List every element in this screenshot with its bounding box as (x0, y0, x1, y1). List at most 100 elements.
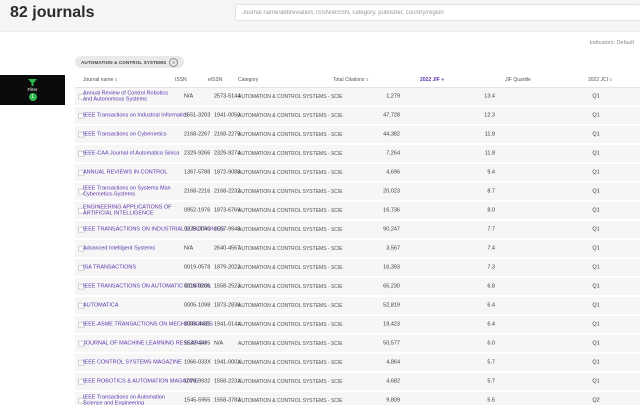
issn-value: 0278-0046 (184, 226, 211, 233)
jif-value: 8.7 (487, 188, 495, 195)
journal-name-link[interactable]: IEEE Transactions on Cybernetics (83, 131, 178, 138)
table-row: IEEE-ASME TRANSACTIONS ON MECHATRONICS 10… (75, 316, 640, 333)
category-filter-chip[interactable]: AUTOMATION & CONTROL SYSTEMS ✕ (75, 56, 185, 68)
column-header-2022-jci[interactable]: 2022 JCI⇅ (588, 77, 612, 83)
funnel-icon (28, 79, 37, 86)
filter-chip-label: AUTOMATION & CONTROL SYSTEMS (81, 59, 167, 65)
jif-value: 6.0 (487, 340, 495, 347)
total-citations-value: 16,736 (383, 207, 400, 214)
sort-desc-icon[interactable]: ▼ (441, 77, 445, 82)
column-header-total-citations[interactable]: Total Citations⇅ (333, 77, 369, 83)
journal-name-link[interactable]: JOURNAL OF MACHINE LEARNING RESEARCH (83, 340, 206, 347)
eissn-value: 1872-9088 (214, 169, 241, 176)
issn-value: 2329-9266 (184, 150, 211, 157)
jif-value: 13.4 (484, 93, 495, 100)
total-citations-value: 65,230 (383, 283, 400, 290)
issn-value: 0952-1976 (184, 207, 211, 214)
journals-table: Journal name⇅ ISSN eISSN Category Total … (75, 74, 640, 405)
table-row: IEEE CONTROL SYSTEMS MAGAZINE 1066-033X 19… (75, 354, 640, 371)
sort-icon[interactable]: ⇅ (365, 77, 368, 82)
journal-name-link[interactable]: ANNUAL REVIEWS IN CONTROL (83, 169, 178, 176)
issn-value: 1551-3203 (184, 112, 211, 119)
jif-value: 11.8 (484, 150, 495, 157)
issn-value: N/A (184, 245, 194, 252)
search-input[interactable] (235, 4, 640, 21)
issn-value: 1532-4435 (184, 340, 211, 347)
eissn-value: 1941-0050 (214, 112, 241, 119)
page-title: 82 journals (10, 4, 95, 21)
journal-name-link[interactable]: IEEE-CAA Journal of Automatica Sinica (83, 150, 179, 157)
quartile-value: Q1 (592, 150, 600, 157)
journal-name-link[interactable]: AUTOMATICA (83, 302, 178, 309)
table-row: Advanced Intelligent Systems N/A 2640-4567… (75, 240, 640, 257)
total-citations-value: 52,819 (383, 302, 400, 309)
jif-value: 5.6 (487, 397, 495, 404)
journal-name-link[interactable]: ISA TRANSACTIONS (83, 264, 178, 271)
jif-value: 7.7 (487, 226, 495, 233)
table-row: ANNUAL REVIEWS IN CONTROL 1367-5788 1872-9… (75, 164, 640, 181)
indicators-default-label[interactable]: Indicators: Default (590, 40, 634, 46)
issn-value: 2168-2216 (184, 188, 211, 195)
issn-value: 1066-033X (184, 359, 211, 366)
quartile-value: Q1 (592, 131, 600, 138)
sort-icon[interactable]: ⇅ (609, 77, 612, 82)
journal-name-link[interactable]: Annual Review of Control Robotics and Au… (83, 90, 178, 103)
total-citations-value: 19,423 (383, 321, 400, 328)
table-row: IEEE TRANSACTIONS ON INDUSTRIAL ELECTRON… (75, 221, 640, 238)
journal-name-link[interactable]: IEEE Transactions on Systems Man Cyberne… (83, 185, 178, 198)
total-citations-value: 50,577 (383, 340, 400, 347)
journal-name-link[interactable]: IEEE CONTROL SYSTEMS MAGAZINE (83, 359, 182, 366)
filter-count-badge: 1 (28, 93, 37, 101)
journal-name-link[interactable]: IEEE TRANSACTIONS ON INDUSTRIAL ELECTRON… (83, 226, 225, 233)
journals-page: 82 journals Indicators: Default AUTOMATI… (0, 0, 640, 405)
quartile-value: Q1 (592, 245, 600, 252)
eissn-value: 1558-223X (214, 378, 241, 385)
table-row: IEEE Transactions on Industrial Informat… (75, 107, 640, 124)
top-bar: 82 journals (0, 0, 640, 32)
filter-button[interactable]: Filter 1 (0, 75, 65, 105)
journal-name-link[interactable]: IEEE Transactions on Industrial Informat… (83, 112, 188, 119)
table-row: AUTOMATICA 0005-1098 1873-2836 AUTOMATION &… (75, 297, 640, 314)
table-header-row: Journal name⇅ ISSN eISSN Category Total … (75, 74, 640, 88)
total-citations-value: 7,264 (386, 150, 400, 157)
jif-value: 5.7 (487, 378, 495, 385)
table-row: IEEE TRANSACTIONS ON AUTOMATIC CONTROL 00… (75, 278, 640, 295)
journal-name-link[interactable]: ENGINEERING APPLICATIONS OF ARTIFICIAL I… (83, 204, 178, 217)
eissn-value: 1558-2523 (214, 283, 241, 290)
quartile-value: Q1 (592, 359, 600, 366)
eissn-value: 1941-000X (214, 359, 241, 366)
jif-value: 6.8 (487, 283, 495, 290)
eissn-value: 2168-2275 (214, 131, 241, 138)
journal-name-link[interactable]: IEEE-ASME TRANSACTIONS ON MECHATRONICS (83, 321, 213, 328)
filter-button-label: Filter (27, 87, 38, 92)
jif-value: 5.7 (487, 359, 495, 366)
quartile-value: Q1 (592, 169, 600, 176)
table-row: IEEE ROBOTICS & AUTOMATION MAGAZINE 1070-… (75, 373, 640, 390)
issn-value: 1083-4435 (184, 321, 211, 328)
quartile-value: Q1 (592, 283, 600, 290)
quartile-value: Q1 (592, 321, 600, 328)
journal-name-link[interactable]: Advanced Intelligent Systems (83, 245, 178, 252)
column-header-eissn: eISSN (208, 77, 223, 83)
column-header-2022-jif[interactable]: 2022 JIF▼ (420, 77, 445, 83)
journal-name-link[interactable]: IEEE Transactions on Automation Science … (83, 394, 178, 405)
quartile-value: Q1 (592, 264, 600, 271)
issn-value: 1070-9932 (184, 378, 211, 385)
eissn-value: 1873-2836 (214, 302, 241, 309)
issn-value: 0019-0578 (184, 264, 211, 271)
column-header-journal-name[interactable]: Journal name⇅ (83, 77, 118, 83)
eissn-value: 2640-4567 (214, 245, 241, 252)
eissn-value: 1879-2022 (214, 264, 241, 271)
table-row: ENGINEERING APPLICATIONS OF ARTIFICIAL I… (75, 202, 640, 219)
remove-filter-icon[interactable]: ✕ (169, 57, 179, 67)
quartile-value: Q1 (592, 302, 600, 309)
issn-value: N/A (184, 93, 194, 100)
table-row: JOURNAL OF MACHINE LEARNING RESEARCH 1532… (75, 335, 640, 352)
sort-icon[interactable]: ⇅ (114, 77, 117, 82)
table-row: ISA TRANSACTIONS 0019-0578 1879-2022 AUTOMA… (75, 259, 640, 276)
journal-name-link[interactable]: IEEE ROBOTICS & AUTOMATION MAGAZINE (83, 378, 199, 385)
journal-name-link[interactable]: IEEE TRANSACTIONS ON AUTOMATIC CONTROL (83, 283, 211, 290)
jif-value: 11.8 (484, 131, 495, 138)
eissn-value: 2573-5144 (214, 93, 241, 100)
issn-value: 2168-2267 (184, 131, 211, 138)
